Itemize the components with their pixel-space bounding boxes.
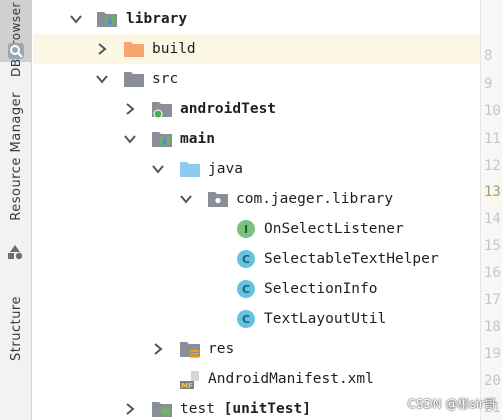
class-icon: C	[237, 310, 255, 328]
tree-row-manifest[interactable]: MF AndroidManifest.xml	[33, 364, 480, 394]
package-icon	[208, 192, 228, 207]
chevron-right-icon[interactable]	[95, 42, 109, 56]
interface-icon: I	[237, 220, 255, 238]
tree-row-main[interactable]: main	[33, 124, 480, 154]
tree-label-class: SelectableTextHelper	[264, 251, 439, 267]
tree-label-java: java	[208, 161, 243, 177]
line-number: 9	[484, 76, 493, 92]
svg-text:C: C	[242, 313, 250, 326]
chevron-down-icon[interactable]	[151, 162, 165, 176]
tree-row-library[interactable]: library	[33, 4, 480, 34]
svg-text:C: C	[242, 253, 250, 266]
db-browser-icon	[6, 41, 26, 65]
folder-icon	[124, 72, 144, 87]
line-number: 20	[484, 373, 501, 389]
class-icon: C	[237, 280, 255, 298]
chevron-right-icon[interactable]	[123, 102, 137, 116]
svg-text:C: C	[242, 283, 250, 296]
chevron-right-icon[interactable]	[151, 342, 165, 356]
chevron-down-icon[interactable]	[69, 12, 83, 26]
tree-label-class: SelectionInfo	[264, 281, 378, 297]
tree-label-main: main	[180, 131, 215, 147]
line-number: 16	[484, 265, 501, 281]
tree-label-src: src	[152, 71, 179, 87]
db-browser-tab[interactable]: DB Browser	[0, 0, 32, 77]
tree-row-selectioninfo[interactable]: C SelectionInfo	[33, 274, 480, 304]
line-number: 19	[484, 346, 501, 362]
tree-label-res: res	[208, 341, 235, 357]
resource-manager-tab[interactable]: Resource Manager	[0, 92, 32, 270]
resource-manager-icon	[6, 244, 24, 264]
tool-window-sidebar: DB Browser Resource Manager Structure	[0, 0, 32, 420]
chevron-down-icon[interactable]	[95, 72, 109, 86]
tree-row-onselectlistener[interactable]: I OnSelectListener	[33, 214, 480, 244]
watermark: CSDN @彬sir哥	[407, 397, 496, 411]
tree-row-package[interactable]: com.jaeger.library	[33, 184, 480, 214]
line-number: 17	[484, 292, 501, 308]
tree-label-class: OnSelectListener	[264, 221, 404, 237]
tree-row-res[interactable]: res	[33, 334, 480, 364]
tree-row-selectabletexthelper[interactable]: C SelectableTextHelper	[33, 244, 480, 274]
structure-tab-label: Structure	[8, 296, 24, 361]
db-browser-tab-label: DB Browser	[9, 2, 23, 77]
line-number: 14	[484, 211, 501, 227]
tree-label-androidtest: androidTest	[180, 101, 277, 117]
chevron-down-icon[interactable]	[123, 132, 137, 146]
resource-folder-icon	[180, 342, 200, 358]
tree-label-package: com.jaeger.library	[236, 191, 394, 207]
tree-label-manifest: AndroidManifest.xml	[208, 371, 374, 387]
tree-label-library: library	[126, 11, 188, 27]
android-test-folder-icon	[152, 102, 172, 119]
chevron-down-icon[interactable]	[179, 192, 193, 206]
tree-label-class: TextLayoutUtil	[264, 311, 387, 327]
excluded-folder-icon	[124, 42, 144, 57]
line-number: 12	[484, 158, 501, 174]
tree-label-build: build	[152, 41, 196, 57]
line-number: 11	[484, 131, 501, 147]
source-folder-icon	[180, 162, 200, 177]
editor-line-gutter: 8 9 10 11 12 13 14 15 16 17 18 19 20 21	[480, 0, 502, 420]
manifest-file-icon: MF	[179, 368, 201, 390]
tree-row-java[interactable]: java	[33, 154, 480, 184]
tree-label-test-name: test	[180, 401, 215, 417]
line-number: 15	[484, 238, 501, 254]
source-set-folder-icon	[152, 132, 172, 147]
line-number: 10	[484, 103, 501, 119]
tree-label-test: test [unitTest]	[180, 399, 311, 419]
chevron-right-icon[interactable]	[123, 402, 137, 416]
tree-row-build[interactable]: build	[33, 34, 480, 64]
tree-row-textlayoututil[interactable]: C TextLayoutUtil	[33, 304, 480, 334]
resource-manager-tab-label: Resource Manager	[8, 92, 24, 221]
module-folder-icon	[97, 12, 117, 27]
structure-tab[interactable]: Structure	[0, 296, 32, 396]
class-icon: C	[237, 250, 255, 268]
line-number: 18	[484, 319, 501, 335]
manifest-badge-text: MF	[181, 382, 193, 390]
line-number-current: 13	[484, 183, 502, 201]
line-number: 8	[484, 48, 493, 64]
project-tree: library build src androidTest main java …	[33, 0, 480, 420]
svg-text:I: I	[244, 223, 248, 236]
tree-row-src[interactable]: src	[33, 64, 480, 94]
tree-row-androidtest[interactable]: androidTest	[33, 94, 480, 124]
tree-label-test-suffix: [unitTest]	[223, 401, 311, 417]
test-folder-icon	[152, 402, 172, 417]
